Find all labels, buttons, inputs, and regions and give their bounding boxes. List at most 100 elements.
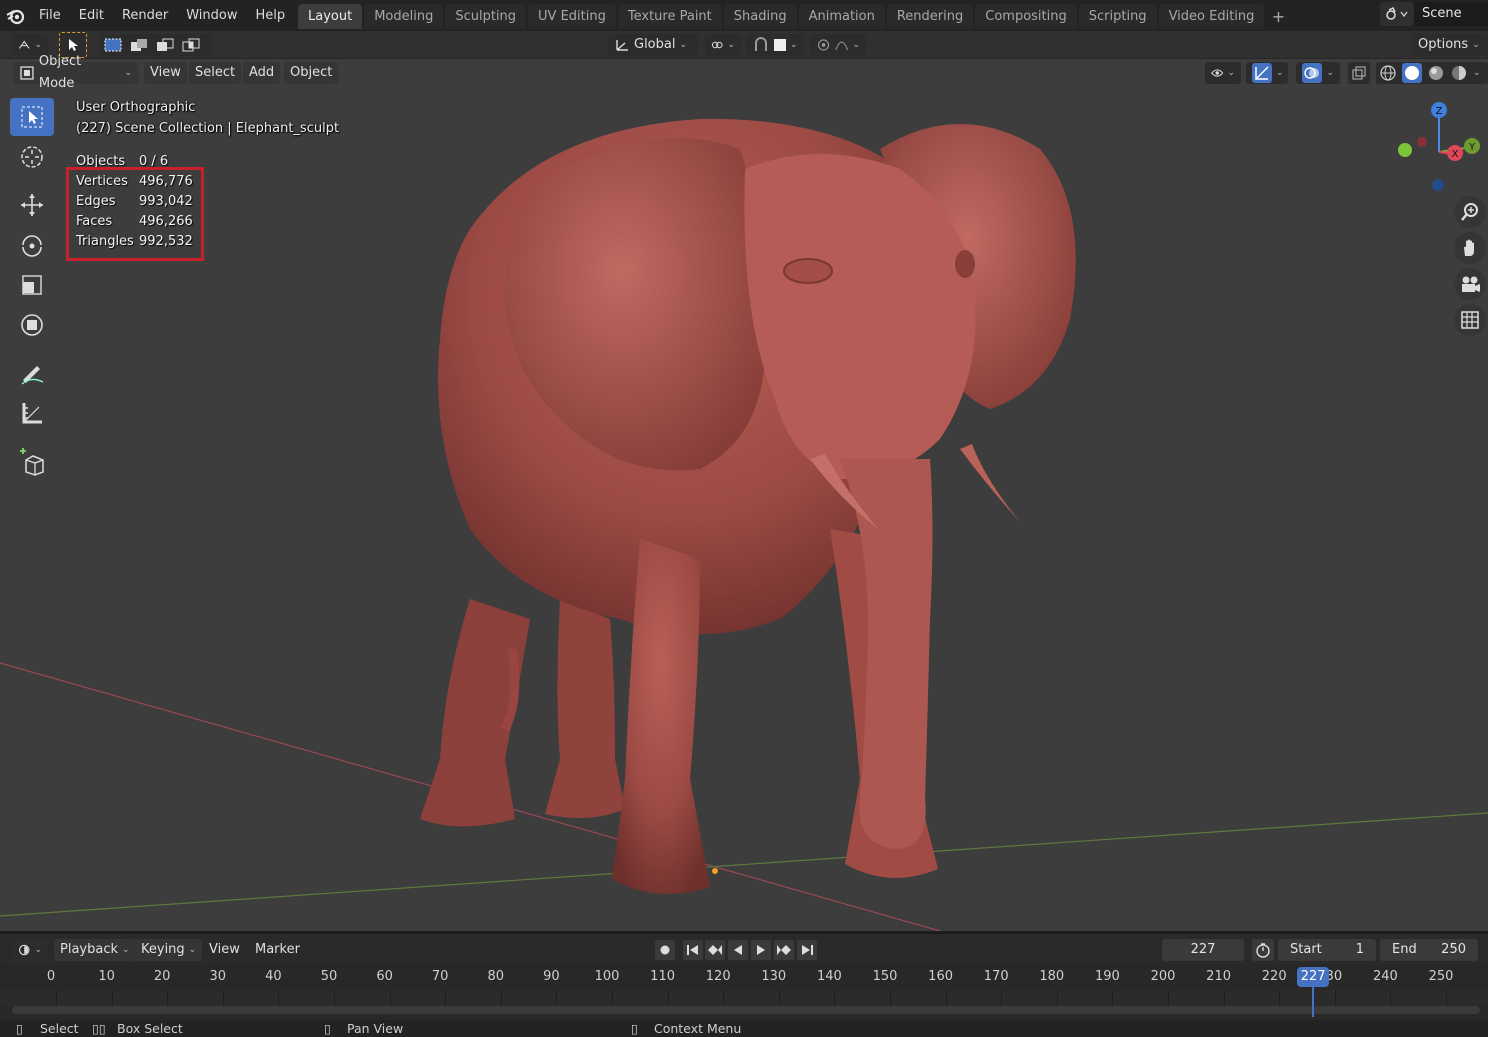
wireframe-shading-icon[interactable]: [1379, 64, 1397, 82]
top-bar: File Edit Render Window Help Layout Mode…: [0, 0, 1488, 31]
end-frame-field[interactable]: End 250: [1380, 939, 1478, 961]
record-icon[interactable]: [655, 940, 675, 960]
menu-edit[interactable]: Edit: [70, 4, 113, 28]
options-dropdown[interactable]: Options ⌄: [1412, 34, 1488, 56]
tab-scripting[interactable]: Scripting: [1078, 4, 1157, 29]
transform-tool-icon[interactable]: [10, 306, 54, 344]
svg-text:Z: Z: [1436, 106, 1443, 117]
menu-help[interactable]: Help: [247, 4, 295, 28]
scene-selector[interactable]: Scene: [1380, 2, 1488, 26]
pan-hand-icon[interactable]: [1454, 232, 1486, 264]
stopwatch-icon[interactable]: [1252, 939, 1274, 961]
ruler-tick-label: 160: [928, 969, 954, 984]
ruler-grid-line: [167, 990, 169, 1006]
select-extend-icon[interactable]: [129, 37, 149, 53]
ruler-tick-label: 30: [209, 969, 227, 984]
timeline-editor-type-icon[interactable]: ⌄: [12, 939, 48, 961]
select-intersect-icon[interactable]: [181, 37, 201, 53]
falloff-icon[interactable]: [835, 38, 849, 52]
3d-viewport[interactable]: User Orthographic (227) Scene Collection…: [0, 59, 1488, 931]
add-workspace-button[interactable]: +: [1266, 4, 1290, 29]
mode-dropdown[interactable]: Object Mode ⌄: [13, 54, 138, 91]
snap-icon[interactable]: [752, 37, 770, 53]
tab-modeling[interactable]: Modeling: [364, 4, 444, 29]
keying-menu[interactable]: Keying ⌄: [135, 939, 203, 961]
gizmo-toggle-icon[interactable]: [1252, 63, 1272, 83]
play-icon[interactable]: [751, 940, 771, 960]
camera-view-icon[interactable]: [1454, 268, 1486, 300]
overlay-toggle-group: ⌄: [1296, 62, 1340, 84]
pivot-point-dropdown[interactable]: ⌄: [705, 34, 741, 56]
select-subtract-icon[interactable]: [155, 37, 175, 53]
select-box-tool-icon[interactable]: [10, 98, 54, 136]
ruler-tick-label: 110: [650, 969, 676, 984]
rendered-shading-icon[interactable]: [1450, 64, 1468, 82]
marker-menu[interactable]: Marker: [249, 939, 306, 961]
ortho-grid-icon[interactable]: [1454, 304, 1486, 336]
scene-name[interactable]: Scene: [1414, 2, 1488, 26]
measure-tool-icon[interactable]: [10, 394, 54, 432]
menu-add[interactable]: Add: [243, 62, 281, 84]
timeline-view-menu[interactable]: View: [203, 939, 246, 961]
tab-texture-paint[interactable]: Texture Paint: [617, 4, 722, 29]
ruler-tick-label: 170: [983, 969, 1009, 984]
ruler-tick-label: 0: [46, 969, 56, 984]
next-keyframe-icon[interactable]: [774, 940, 794, 960]
menu-select[interactable]: Select: [189, 62, 242, 84]
zoom-icon[interactable]: [1454, 196, 1486, 228]
scale-tool-icon[interactable]: [10, 266, 54, 304]
annotate-tool-icon[interactable]: [10, 354, 54, 392]
navigation-gizmo[interactable]: Z Y X: [1392, 97, 1488, 197]
play-reverse-icon[interactable]: [728, 940, 748, 960]
ruler-tick-label: 60: [376, 969, 393, 984]
timeline-ruler[interactable]: 0 10 20 30 40 50 60 70 80 90 100 110 120 130 140 150 160…: [0, 964, 1488, 1020]
ruler-grid-line: [1446, 990, 1447, 1006]
current-frame-field[interactable]: 227: [1162, 939, 1244, 961]
tab-compositing[interactable]: Compositing: [975, 4, 1077, 29]
proportional-edit-icon[interactable]: [816, 37, 831, 53]
menu-view[interactable]: View: [144, 62, 187, 84]
gizmo-toggle-group: ⌄: [1246, 62, 1288, 84]
tab-animation[interactable]: Animation: [798, 4, 885, 29]
transform-orientation-dropdown[interactable]: Global ⌄: [608, 34, 698, 56]
cursor-tool-icon[interactable]: [10, 138, 54, 176]
ruler-grid-line: [556, 990, 558, 1006]
ruler-grid-line: [890, 990, 891, 1006]
status-select: Select: [40, 1021, 79, 1036]
jump-start-icon[interactable]: [683, 940, 703, 960]
solid-shading-icon[interactable]: [1402, 63, 1422, 83]
eye-icon: [1211, 69, 1224, 77]
scene-icon[interactable]: [1380, 2, 1414, 26]
ruler-tick-label: 100: [594, 969, 620, 984]
jump-end-icon[interactable]: [797, 940, 817, 960]
blender-logo-icon[interactable]: [0, 0, 30, 31]
menu-object[interactable]: Object: [284, 62, 339, 84]
tab-sculpting[interactable]: Sculpting: [445, 4, 527, 29]
tab-shading[interactable]: Shading: [723, 4, 797, 29]
material-shading-icon[interactable]: [1427, 64, 1445, 82]
prev-keyframe-icon[interactable]: [705, 940, 725, 960]
menu-window[interactable]: Window: [177, 4, 246, 28]
snap-element-icon[interactable]: [774, 39, 786, 51]
tab-uv-editing[interactable]: UV Editing: [528, 4, 616, 29]
move-tool-icon[interactable]: [10, 186, 54, 224]
ruler-grid-line: [1112, 990, 1114, 1006]
timeline-header: ⌄ Playback ⌄ Keying ⌄ View Marker 227 Star…: [0, 933, 1488, 964]
start-frame-field[interactable]: Start 1: [1278, 939, 1376, 961]
add-cube-tool-icon[interactable]: [10, 442, 54, 480]
visibility-dropdown[interactable]: ⌄: [1205, 62, 1241, 84]
timeline-scrollbar[interactable]: [12, 1006, 1480, 1014]
ruler-grid-line: [667, 990, 669, 1006]
elephant-model[interactable]: [420, 118, 1076, 894]
overlay-toggle-icon[interactable]: [1302, 63, 1323, 83]
rotate-tool-icon[interactable]: [10, 226, 54, 264]
playback-menu[interactable]: Playback ⌄: [54, 939, 136, 961]
menu-render[interactable]: Render: [113, 4, 177, 28]
tab-rendering[interactable]: Rendering: [886, 4, 974, 29]
menu-file[interactable]: File: [30, 4, 70, 28]
playhead[interactable]: 227: [1297, 967, 1330, 987]
tab-video-editing[interactable]: Video Editing: [1158, 4, 1265, 29]
xray-toggle-icon[interactable]: [1348, 62, 1370, 84]
tab-layout[interactable]: Layout: [298, 4, 363, 29]
ruler-tick-label: 40: [265, 969, 282, 984]
